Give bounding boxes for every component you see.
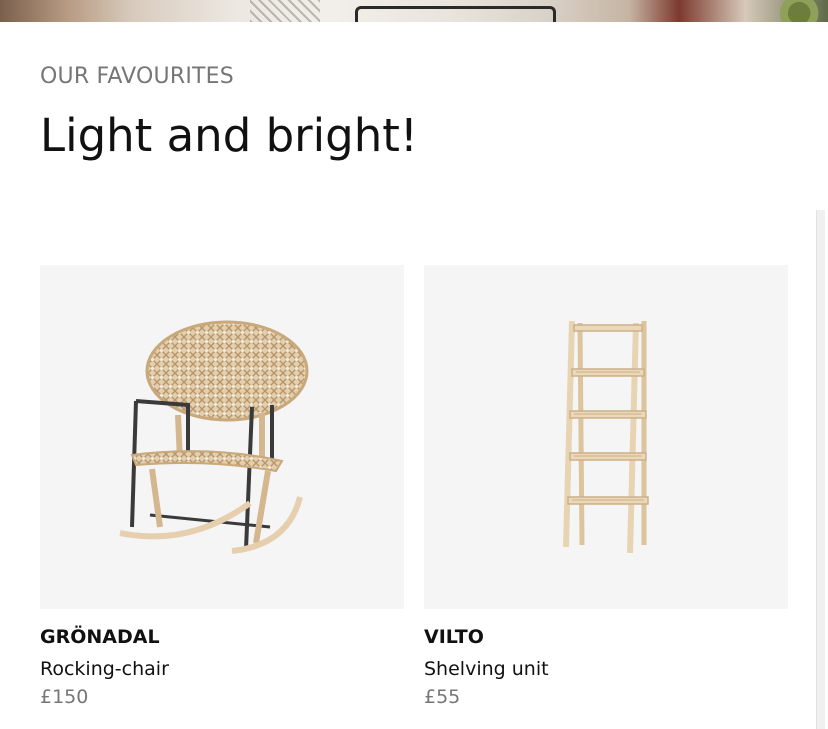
product-card[interactable]: GRÖNADAL Rocking-chair £150 — [40, 265, 404, 709]
product-description: Shelving unit — [424, 658, 549, 680]
product-card[interactable]: VILTO Shelving unit £55 — [424, 265, 788, 709]
product-name[interactable]: GRÖNADAL — [40, 625, 404, 649]
product-name[interactable]: VILTO — [424, 625, 788, 649]
product-price: £150 — [40, 686, 89, 708]
carousel-scrollbar[interactable] — [816, 210, 825, 729]
hero-hammock-detail — [250, 0, 320, 22]
section-eyebrow: OUR FAVOURITES — [40, 64, 234, 89]
hero-plant-detail — [780, 0, 828, 22]
product-price: £55 — [424, 686, 461, 708]
shelving-unit-image[interactable] — [424, 265, 788, 609]
hero-image-strip — [0, 0, 828, 22]
product-description: Rocking-chair — [40, 658, 169, 680]
rocking-chair-image[interactable] — [40, 265, 404, 609]
section-title: Light and bright! — [40, 109, 418, 162]
hero-frame-detail — [355, 6, 556, 22]
